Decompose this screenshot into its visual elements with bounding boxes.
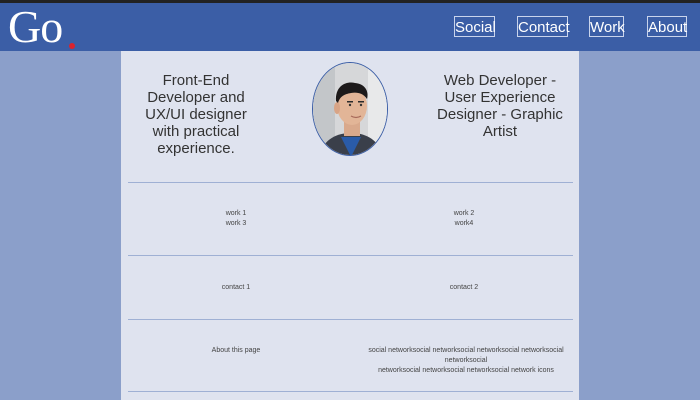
nav-contact-link[interactable]: Contact [517,16,570,37]
about-page-text: About this page [211,347,261,354]
nav-social-link[interactable]: Social [454,16,496,37]
nav-work-link[interactable]: Work [589,16,625,37]
site-logo[interactable]: Go [8,4,63,50]
work-right-group: work 2 work4 [444,209,484,229]
intro-right-text: Web Developer - User Experience Designer… [437,72,563,140]
profile-avatar [312,62,388,156]
social-network-links: social networksocial networksocial netwo… [353,346,579,376]
contact-1-link[interactable]: contact 1 [211,283,261,293]
section-divider [128,255,573,256]
social-network-line-2[interactable]: networksocial networksocial networksocia… [353,366,579,376]
section-divider [128,391,573,392]
work-3-link[interactable]: work 3 [216,219,256,229]
work-1-link[interactable]: work 1 [216,209,256,219]
top-navbar: Go Social Contact Work About [0,3,700,51]
logo-red-dot [69,43,75,49]
social-network-line-1[interactable]: social networksocial networksocial netwo… [353,346,579,366]
work-4-link[interactable]: work4 [444,219,484,229]
nav-about-link[interactable]: About [647,16,687,37]
work-2-link[interactable]: work 2 [444,209,484,219]
intro-left-text: Front-End Developer and UX/UI designer w… [145,72,247,157]
work-left-group: work 1 work 3 [216,209,256,229]
contact-2-link[interactable]: contact 2 [439,283,489,293]
avatar-photo-icon [313,63,387,155]
main-content-panel: Front-End Developer and UX/UI designer w… [121,51,579,400]
section-divider [128,319,573,320]
section-divider [128,182,573,183]
